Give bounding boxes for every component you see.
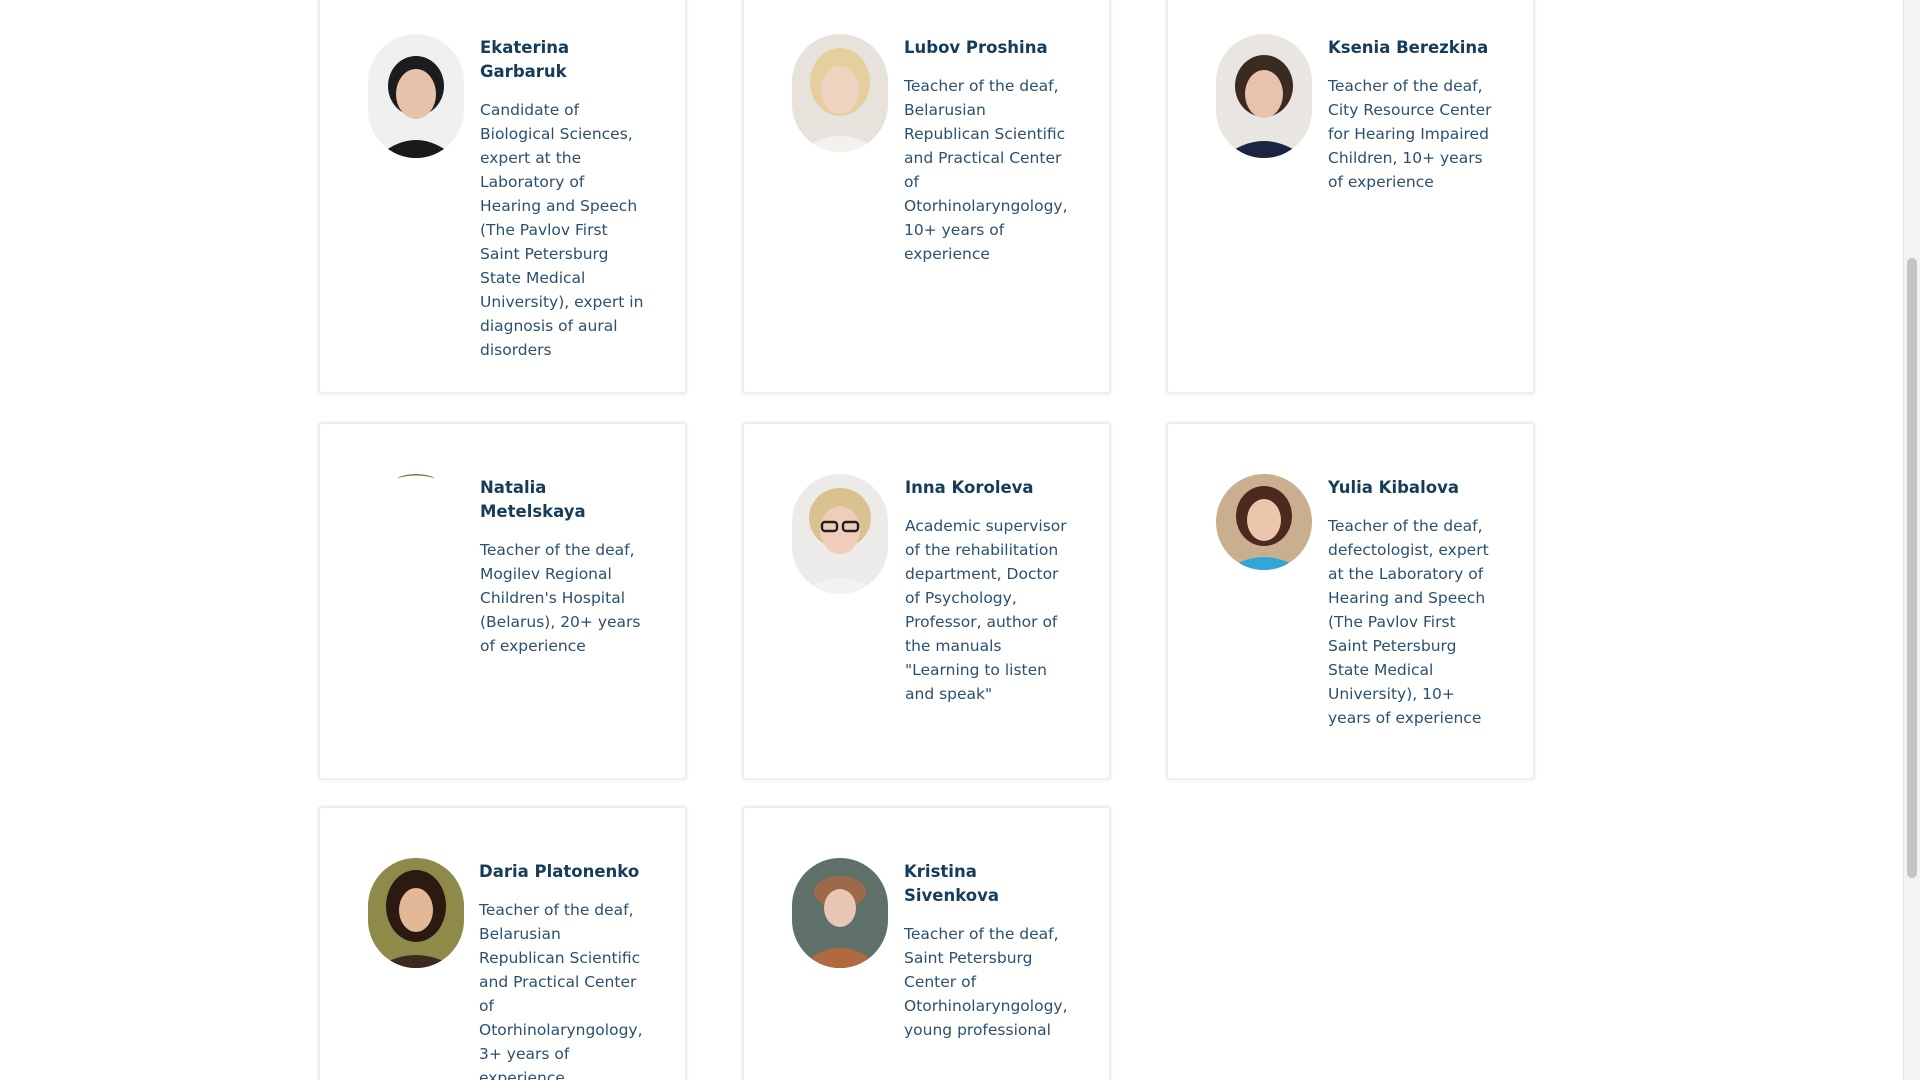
- member-description: Teacher of the deaf, Belarusian Republic…: [904, 77, 1068, 263]
- member-description: Teacher of the deaf, defectologist, expe…: [1328, 517, 1489, 727]
- member-photo: [368, 34, 464, 158]
- member-description: Teacher of the deaf, Belarusian Republic…: [479, 901, 643, 1080]
- member-description: Candidate of Biological Sciences, expert…: [480, 101, 644, 359]
- team-page: Ekaterina Garbaruk Candidate of Biologic…: [0, 0, 1920, 1080]
- member-info: Ekaterina Garbaruk Candidate of Biologic…: [480, 36, 644, 362]
- member-name: Natalia Metelskaya: [480, 478, 586, 521]
- member-name: Kristina Sivenkova: [904, 862, 999, 905]
- member-name: Lubov Proshina: [904, 38, 1048, 57]
- team-member-card: Kristina Sivenkova Teacher of the deaf, …: [742, 806, 1111, 1080]
- member-name: Inna Koroleva: [905, 478, 1034, 497]
- scrollbar-thumb[interactable]: [1907, 258, 1917, 878]
- member-photo: [1216, 34, 1312, 158]
- member-photo: [1216, 474, 1312, 570]
- member-description: Academic supervisor of the rehabilitatio…: [905, 517, 1067, 703]
- member-info: Daria Platonenko Teacher of the deaf, Be…: [479, 860, 643, 1080]
- member-info: Ksenia Berezkina Teacher of the deaf, Ci…: [1328, 36, 1492, 194]
- member-description: Teacher of the deaf, City Resource Cente…: [1328, 77, 1492, 191]
- member-info: Yulia Kibalova Teacher of the deaf, defe…: [1328, 476, 1492, 730]
- member-photo: [792, 34, 888, 152]
- team-member-card: Yulia Kibalova Teacher of the deaf, defe…: [1166, 422, 1535, 780]
- member-info: Inna Koroleva Academic supervisor of the…: [905, 476, 1069, 706]
- member-photo: [368, 474, 464, 570]
- team-member-card: Daria Platonenko Teacher of the deaf, Be…: [318, 806, 687, 1080]
- member-info: Natalia Metelskaya Teacher of the deaf, …: [480, 476, 644, 658]
- team-member-card: Ksenia Berezkina Teacher of the deaf, Ci…: [1166, 0, 1535, 394]
- member-photo: [792, 474, 888, 594]
- page-scrollbar[interactable]: [1903, 0, 1920, 1080]
- team-member-card: Inna Koroleva Academic supervisor of the…: [742, 422, 1111, 780]
- member-name: Ksenia Berezkina: [1328, 38, 1489, 57]
- member-info: Lubov Proshina Teacher of the deaf, Bela…: [904, 36, 1068, 266]
- team-member-card: Lubov Proshina Teacher of the deaf, Bela…: [742, 0, 1111, 394]
- team-member-card: Ekaterina Garbaruk Candidate of Biologic…: [318, 0, 687, 394]
- member-name: Ekaterina Garbaruk: [480, 38, 570, 81]
- member-name: Daria Platonenko: [479, 862, 640, 881]
- member-info: Kristina Sivenkova Teacher of the deaf, …: [904, 860, 1068, 1042]
- team-member-card: Natalia Metelskaya Teacher of the deaf, …: [318, 422, 687, 780]
- member-description: Teacher of the deaf, Mogilev Regional Ch…: [480, 541, 641, 655]
- member-photo: [792, 858, 888, 968]
- member-name: Yulia Kibalova: [1328, 478, 1459, 497]
- member-description: Teacher of the deaf, Saint Petersburg Ce…: [904, 925, 1068, 1039]
- member-photo: [368, 858, 464, 968]
